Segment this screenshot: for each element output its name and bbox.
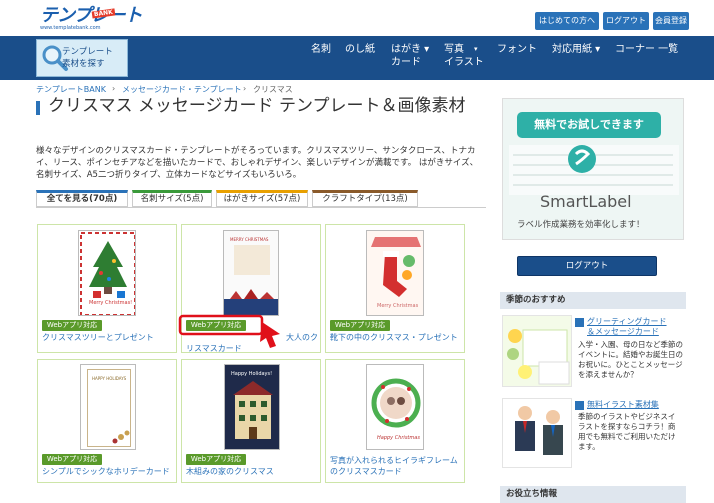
nav-item-hagaki-l1: はがき ▾ — [391, 44, 430, 55]
web-app-badge: Webアプリ対応 — [42, 454, 102, 465]
flowers-card-image — [507, 329, 570, 385]
tab-meishi[interactable]: 名刺サイズ(5点) — [132, 190, 212, 207]
breadcrumb-sep: › — [243, 84, 247, 93]
tab-underline — [36, 207, 486, 208]
nav-item-hagaki[interactable]: はがき ▾ カード — [391, 43, 429, 69]
page-title: クリスマス メッセージカード テンプレート＆画像素材 — [48, 96, 466, 116]
card-thumbnail[interactable]: Happy Holidays! — [224, 364, 280, 450]
breadcrumb-home[interactable]: テンプレートBANK — [36, 84, 106, 95]
townscape-image — [224, 245, 278, 315]
nav-item-font[interactable]: フォント — [497, 43, 537, 56]
logo-text: テンプレート — [40, 5, 142, 26]
web-app-badge: Webアプリ対応 — [186, 454, 246, 465]
illustration-link[interactable]: 無料イラスト素材集 — [587, 400, 659, 410]
tab-craft[interactable]: クラフトタイプ(13点) — [312, 190, 418, 207]
card-thumbnail[interactable]: HAPPY HOLIDAYS — [80, 364, 136, 450]
greeting-card-image[interactable] — [502, 315, 572, 387]
card-thumbnail[interactable]: Happy Christmas — [366, 364, 424, 450]
thumb-text: Merry Christmas! — [89, 300, 133, 306]
breadcrumb-current: クリスマス — [253, 85, 293, 94]
link-square-icon — [575, 401, 584, 410]
tab-all[interactable]: 全てを見る(70点) — [36, 190, 128, 207]
illustration-image[interactable] — [502, 398, 572, 468]
business-people-image — [515, 406, 563, 455]
link-square-icon — [575, 318, 584, 327]
search-label-line2: 素材を探す — [62, 59, 105, 69]
card-title[interactable]: 木組みの家のクリスマス — [186, 466, 320, 477]
card-thumbnail[interactable]: MERRY CHRISTMAS — [223, 230, 279, 316]
nav-item-paper[interactable]: 対応用紙 ▾ — [552, 43, 600, 56]
web-app-badge: Webアプリ対応 — [330, 320, 390, 331]
page-description: 様々なデザインのクリスマスカード・テンプレートがそろっています。クリスマスツリー… — [36, 146, 479, 180]
season-heading: 季節のおすすめ — [500, 292, 686, 309]
card-title[interactable]: 写真が入れられるヒイラギフレームのクリスマスカード — [330, 455, 464, 477]
ad-banner[interactable]: 無料でお試しできます — [517, 112, 661, 138]
logout-top-button[interactable]: ログアウト — [603, 12, 649, 30]
title-accent-bar — [36, 101, 40, 115]
nav-photo-chevron-icon[interactable]: ▾ — [474, 43, 478, 56]
tab-hagaki[interactable]: はがきサイズ(57点) — [216, 190, 308, 207]
highlight-pointer — [178, 314, 280, 348]
logo-url: www.templatebank.com — [40, 25, 101, 31]
nav-item-hagaki-l2: カード — [391, 57, 421, 68]
card-title[interactable]: シンプルでシックなホリデーカード — [42, 466, 176, 477]
thumb-text: MERRY CHRISTMAS — [230, 237, 269, 242]
nav-item-noshi[interactable]: のし紙 — [345, 43, 375, 56]
timber-house-image — [233, 381, 273, 439]
web-app-badge: Webアプリ対応 — [42, 320, 102, 331]
card-title-part1[interactable]: 大人のク — [286, 332, 322, 343]
greeting-card-link-line2[interactable]: ＆メッセージカード — [587, 327, 659, 337]
tips-heading: お役立ち情報 — [500, 486, 686, 503]
breadcrumb-message-card[interactable]: メッセージカード・テンプレート — [122, 84, 242, 95]
breadcrumb-sep: › — [112, 84, 116, 93]
logout-button[interactable]: ログアウト — [517, 256, 657, 276]
search-label-line1: テンプレート — [62, 47, 113, 57]
thumb-text: Happy Holidays! — [231, 371, 273, 377]
illustration-description: 季節のイラストやビジネスイラストを探すならコチラ！商用でも無料でご利用いただけま… — [578, 412, 676, 451]
thumb-text: Merry Christmas — [377, 303, 419, 309]
card-thumbnail[interactable]: Merry Christmas — [366, 230, 424, 316]
ad-tagline: ラベル作成業務を効率化します！ — [517, 220, 645, 230]
holly-corner-image — [112, 430, 130, 444]
card-title[interactable]: クリスマスツリーとプレゼント — [42, 332, 174, 343]
smartlabel-logo: SmartLabel — [540, 192, 632, 211]
greeting-card-description: 入学・入園、母の日など季節のイベントに。結婚やお誕生日のお祝いに。ひとことメッセ… — [578, 340, 683, 379]
thumb-text: Happy Christmas — [377, 435, 420, 441]
register-button[interactable]: 会員登録 — [653, 12, 689, 30]
card-thumbnail[interactable]: Merry Christmas! — [78, 230, 136, 316]
card-title[interactable]: 靴下の中のクリスマス・プレゼント — [330, 332, 464, 343]
nav-item-meishi[interactable]: 名刺 — [311, 43, 331, 56]
beginners-button[interactable]: はじめての方へ — [535, 12, 599, 30]
greeting-card-link-line1[interactable]: グリーティングカード — [587, 317, 667, 327]
nav-item-corner[interactable]: コーナー 一覧 — [615, 43, 678, 56]
nav-item-photo-l2: イラスト — [444, 57, 484, 68]
